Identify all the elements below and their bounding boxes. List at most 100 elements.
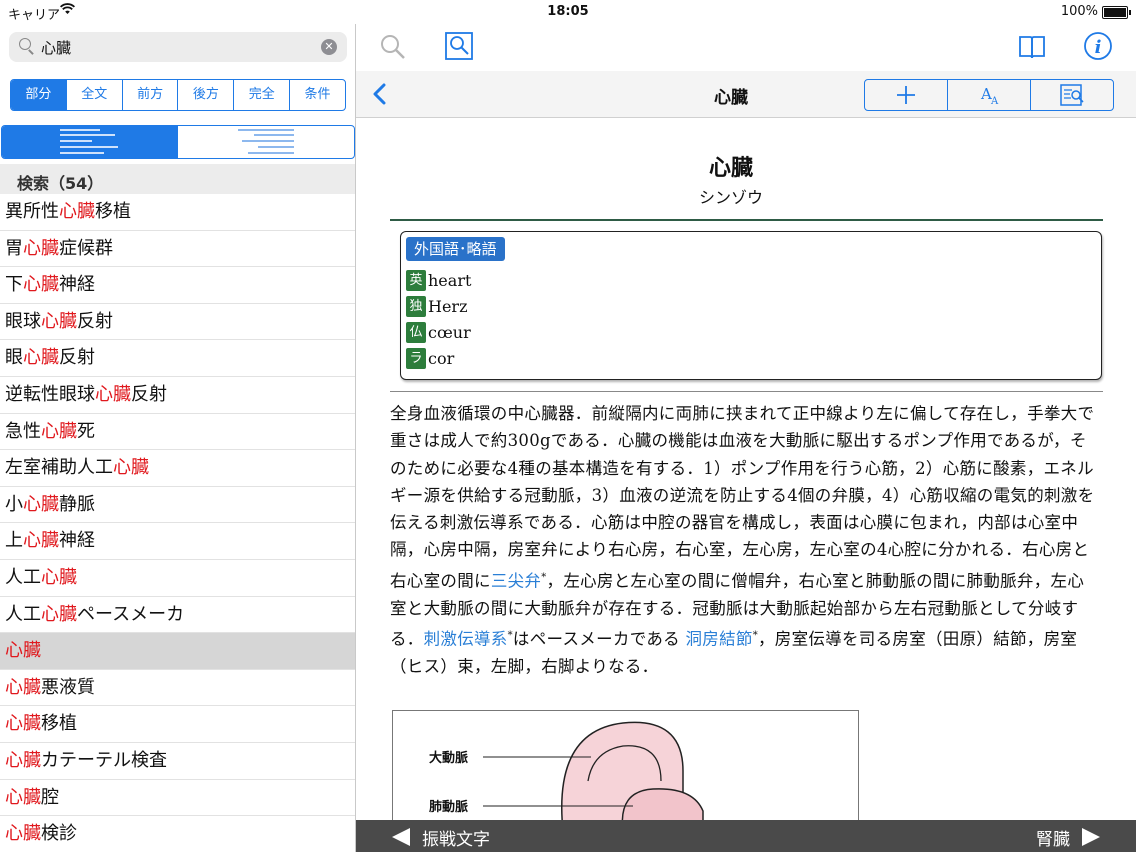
body-text: 全身血液循環の中心臓器．前縦隔内に両肺に挟まれて正中線より左に偏して存在し，手拳… bbox=[390, 404, 1095, 591]
navigation-bar: 心臓 AA bbox=[356, 71, 1136, 118]
match-highlight: 心臓 bbox=[113, 457, 149, 479]
plus-icon bbox=[897, 86, 915, 104]
result-item[interactable]: 胃心臓症候群 bbox=[0, 231, 355, 268]
nav-title: 心臓 bbox=[714, 88, 748, 108]
entry-tools: AA bbox=[864, 79, 1114, 111]
term-word: cor bbox=[428, 349, 455, 368]
list-view-toggle bbox=[1, 125, 355, 159]
center-aligned-list-option[interactable] bbox=[178, 126, 354, 158]
mode-prefix[interactable]: 前方 bbox=[121, 80, 178, 110]
mode-exact[interactable]: 完全 bbox=[233, 80, 289, 110]
back-chevron-icon[interactable] bbox=[368, 81, 394, 107]
result-item[interactable]: 異所性心臓移植 bbox=[0, 194, 355, 231]
result-item[interactable]: 上心臓神経 bbox=[0, 523, 355, 560]
figure-label-aorta: 大動脈 bbox=[429, 750, 468, 766]
result-item[interactable]: 眼球心臓反射 bbox=[0, 304, 355, 341]
search-in-page-icon[interactable] bbox=[444, 31, 474, 65]
body-text: はペースメーカである bbox=[512, 629, 680, 649]
foreign-term: 英 heart bbox=[406, 270, 471, 292]
term-word: Herz bbox=[428, 297, 468, 316]
match-highlight: 心臓 bbox=[41, 310, 77, 332]
search-icon bbox=[19, 38, 31, 50]
book-icon[interactable] bbox=[1017, 33, 1047, 65]
page-search-button[interactable] bbox=[1030, 80, 1113, 110]
match-highlight: 心臓 bbox=[23, 530, 59, 552]
result-item[interactable]: 人工心臓ペースメーカ bbox=[0, 597, 355, 634]
match-highlight: 心臓 bbox=[23, 347, 59, 369]
svg-text:A: A bbox=[990, 96, 999, 107]
status-bar: キャリア 18:05 100% bbox=[0, 0, 1136, 24]
section-divider bbox=[390, 391, 1103, 392]
previous-entry-button[interactable]: 振戦文字 bbox=[422, 825, 490, 850]
foreign-term: 独 Herz bbox=[406, 296, 468, 318]
match-highlight: 心臓 bbox=[5, 823, 41, 845]
match-highlight: 心臓 bbox=[41, 566, 77, 588]
heart-illustration: 大動脈 肺動脈 bbox=[429, 721, 704, 820]
mode-fulltext[interactable]: 全文 bbox=[65, 80, 122, 110]
results-count-label: 検索（54） bbox=[17, 174, 104, 193]
figure-label-pulmonary-artery: 肺動脈 bbox=[429, 799, 468, 815]
match-highlight: 心臓 bbox=[23, 493, 59, 515]
entry-reading: シンゾウ bbox=[698, 188, 763, 207]
result-item[interactable]: 小心臓静脈 bbox=[0, 487, 355, 524]
clear-search-icon[interactable]: ✕ bbox=[321, 39, 337, 55]
foreign-terms-box: 外国語･略語 英 heart 独 Herz 仏 cœur ラ cor bbox=[400, 231, 1102, 380]
result-item[interactable]: 下心臓神経 bbox=[0, 267, 355, 304]
language-badge: 英 bbox=[406, 270, 426, 291]
entry-pager: 振戦文字 腎臓 bbox=[356, 820, 1136, 852]
info-icon[interactable]: i bbox=[1083, 31, 1113, 65]
top-toolbar: i bbox=[356, 24, 1136, 71]
search-icon[interactable] bbox=[378, 32, 408, 66]
match-highlight: 心臓 bbox=[5, 676, 41, 698]
match-highlight: 心臓 bbox=[5, 713, 41, 735]
next-entry-icon[interactable] bbox=[1082, 828, 1100, 846]
term-word: heart bbox=[428, 271, 472, 290]
search-input[interactable] bbox=[41, 36, 311, 58]
heart-figure[interactable]: 大動脈 肺動脈 bbox=[392, 710, 859, 820]
mode-conditions[interactable]: 条件 bbox=[289, 80, 345, 110]
result-item[interactable]: 心臓移植 bbox=[0, 706, 355, 743]
next-entry-button[interactable]: 腎臓 bbox=[1036, 825, 1070, 850]
result-item[interactable]: 心臓検診 bbox=[0, 816, 355, 852]
previous-entry-icon[interactable] bbox=[392, 828, 410, 846]
match-highlight: 心臓 bbox=[95, 383, 131, 405]
foreign-terms-label: 外国語･略語 bbox=[406, 237, 505, 261]
result-item[interactable]: 急性心臓死 bbox=[0, 414, 355, 451]
match-highlight: 心臓 bbox=[41, 603, 77, 625]
match-highlight: 心臓 bbox=[59, 201, 95, 222]
dictionary-entry: 心臓 シンゾウ 外国語･略語 英 heart 独 Herz 仏 cœur ラ cor 全… bbox=[356, 118, 1136, 820]
foreign-term: 仏 cœur bbox=[406, 322, 471, 344]
result-item[interactable]: 人工心臓 bbox=[0, 560, 355, 597]
foreign-term: ラ cor bbox=[406, 348, 454, 370]
results-list: 異所性心臓移植 胃心臓症候群 下心臓神経 眼球心臓反射 眼心臓反射 逆転性眼球心臓反射 急性… bbox=[0, 194, 355, 852]
title-divider bbox=[390, 219, 1103, 221]
result-item[interactable]: 心臓 bbox=[0, 633, 355, 670]
font-size-button[interactable]: AA bbox=[947, 80, 1030, 110]
result-item[interactable]: 心臓カテーテル検査 bbox=[0, 743, 355, 780]
language-badge: 仏 bbox=[406, 322, 426, 343]
match-highlight: 心臓 bbox=[5, 786, 41, 808]
clock: 18:05 bbox=[547, 4, 589, 19]
page-search-icon bbox=[1060, 84, 1084, 106]
left-aligned-list-option[interactable] bbox=[2, 126, 178, 158]
result-item[interactable]: 逆転性眼球心臓反射 bbox=[0, 377, 355, 414]
link-sinoatrial-node[interactable]: 洞房結節 bbox=[685, 629, 752, 648]
match-highlight: 心臓 bbox=[5, 640, 41, 662]
add-bookmark-button[interactable] bbox=[865, 80, 947, 110]
match-highlight: 心臓 bbox=[5, 749, 41, 771]
result-item[interactable]: 眼心臓反射 bbox=[0, 340, 355, 377]
link-conduction-system[interactable]: 刺激伝導系 bbox=[424, 629, 508, 648]
result-item[interactable]: 心臓腔 bbox=[0, 780, 355, 817]
result-item[interactable]: 左室補助人工心臓 bbox=[0, 450, 355, 487]
language-badge: 独 bbox=[406, 296, 426, 317]
search-mode-selector: 部分 全文 前方 後方 完全 条件 bbox=[10, 79, 346, 111]
font-size-icon: AA bbox=[980, 85, 999, 107]
term-word: cœur bbox=[428, 323, 471, 342]
list-center-icon bbox=[238, 129, 294, 131]
link-tricuspid-valve[interactable]: 三尖弁 bbox=[491, 571, 541, 590]
entry-body: 全身血液循環の中心臓器．前縦隔内に両肺に挟まれて正中線より左に偏して存在し，手拳… bbox=[390, 404, 1095, 676]
result-item[interactable]: 心臓悪液質 bbox=[0, 670, 355, 707]
mode-partial[interactable]: 部分 bbox=[11, 80, 66, 110]
match-highlight: 心臓 bbox=[41, 420, 77, 442]
mode-suffix[interactable]: 後方 bbox=[177, 80, 233, 110]
